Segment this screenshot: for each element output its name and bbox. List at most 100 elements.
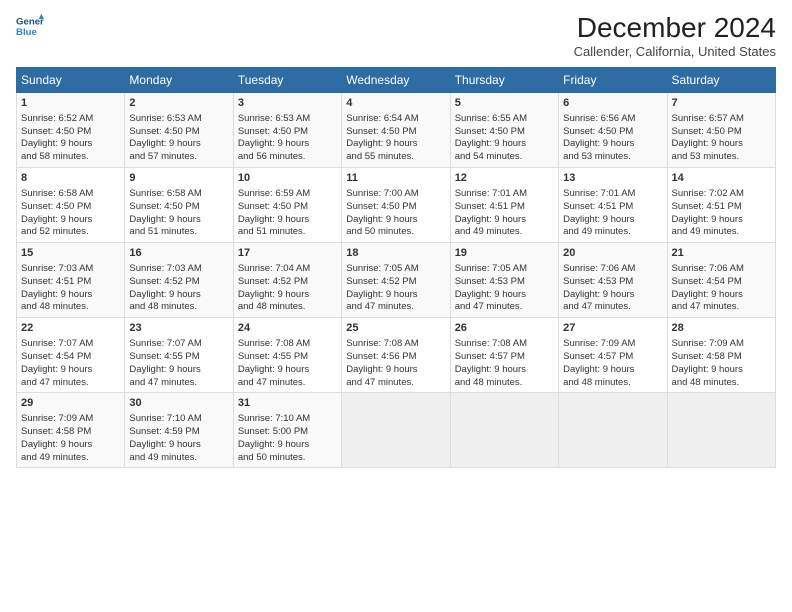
day-info-line: Sunrise: 6:53 AM [238, 113, 337, 126]
calendar-cell: 22Sunrise: 7:07 AMSunset: 4:54 PMDayligh… [17, 318, 125, 393]
day-info-line: Sunset: 4:50 PM [672, 126, 771, 139]
calendar-cell: 2Sunrise: 6:53 AMSunset: 4:50 PMDaylight… [125, 93, 233, 168]
subtitle: Callender, California, United States [574, 44, 776, 59]
day-info-line: and 50 minutes. [238, 452, 337, 465]
day-info-line: Daylight: 9 hours [455, 138, 554, 151]
calendar-cell: 21Sunrise: 7:06 AMSunset: 4:54 PMDayligh… [667, 243, 775, 318]
day-number: 15 [21, 246, 120, 261]
day-info-line: and 48 minutes. [563, 377, 662, 390]
day-info-line: Daylight: 9 hours [129, 364, 228, 377]
day-info-line: Daylight: 9 hours [129, 214, 228, 227]
day-info-line: Daylight: 9 hours [563, 289, 662, 302]
calendar-cell [450, 393, 558, 468]
day-number: 28 [672, 321, 771, 336]
calendar-cell: 26Sunrise: 7:08 AMSunset: 4:57 PMDayligh… [450, 318, 558, 393]
main-title: December 2024 [574, 12, 776, 44]
day-info-line: Daylight: 9 hours [21, 138, 120, 151]
day-number: 17 [238, 246, 337, 261]
day-info-line: Sunrise: 6:56 AM [563, 113, 662, 126]
page-container: General Blue December 2024 Callender, Ca… [0, 0, 792, 476]
day-number: 26 [455, 321, 554, 336]
day-number: 5 [455, 96, 554, 111]
calendar-cell: 13Sunrise: 7:01 AMSunset: 4:51 PMDayligh… [559, 168, 667, 243]
day-info-line: Daylight: 9 hours [21, 439, 120, 452]
day-info-line: Daylight: 9 hours [129, 289, 228, 302]
calendar-cell: 7Sunrise: 6:57 AMSunset: 4:50 PMDaylight… [667, 93, 775, 168]
day-number: 11 [346, 171, 445, 186]
day-info-line: Sunset: 4:52 PM [238, 276, 337, 289]
day-info-line: Daylight: 9 hours [21, 364, 120, 377]
calendar-cell: 8Sunrise: 6:58 AMSunset: 4:50 PMDaylight… [17, 168, 125, 243]
calendar-cell: 18Sunrise: 7:05 AMSunset: 4:52 PMDayligh… [342, 243, 450, 318]
weekday-header-row: SundayMondayTuesdayWednesdayThursdayFrid… [17, 68, 776, 93]
calendar-cell: 15Sunrise: 7:03 AMSunset: 4:51 PMDayligh… [17, 243, 125, 318]
weekday-header: Saturday [667, 68, 775, 93]
day-info-line: Sunset: 4:50 PM [455, 126, 554, 139]
day-info-line: Sunset: 4:50 PM [21, 201, 120, 214]
calendar-week-row: 29Sunrise: 7:09 AMSunset: 4:58 PMDayligh… [17, 393, 776, 468]
day-info-line: Daylight: 9 hours [672, 289, 771, 302]
day-info-line: Sunrise: 7:03 AM [21, 263, 120, 276]
calendar-cell: 30Sunrise: 7:10 AMSunset: 4:59 PMDayligh… [125, 393, 233, 468]
day-number: 9 [129, 171, 228, 186]
day-info-line: Sunrise: 7:01 AM [455, 188, 554, 201]
day-info-line: Sunrise: 6:58 AM [129, 188, 228, 201]
day-info-line: Sunrise: 7:07 AM [21, 338, 120, 351]
day-info-line: Daylight: 9 hours [238, 289, 337, 302]
day-info-line: and 48 minutes. [238, 301, 337, 314]
weekday-header: Tuesday [233, 68, 341, 93]
day-info-line: and 47 minutes. [672, 301, 771, 314]
calendar-cell: 11Sunrise: 7:00 AMSunset: 4:50 PMDayligh… [342, 168, 450, 243]
title-block: December 2024 Callender, California, Uni… [574, 12, 776, 59]
calendar-cell: 31Sunrise: 7:10 AMSunset: 5:00 PMDayligh… [233, 393, 341, 468]
day-info-line: Sunset: 4:58 PM [672, 351, 771, 364]
day-info-line: Daylight: 9 hours [129, 138, 228, 151]
day-info-line: Sunset: 4:56 PM [346, 351, 445, 364]
calendar-cell: 4Sunrise: 6:54 AMSunset: 4:50 PMDaylight… [342, 93, 450, 168]
day-number: 16 [129, 246, 228, 261]
calendar-cell: 20Sunrise: 7:06 AMSunset: 4:53 PMDayligh… [559, 243, 667, 318]
day-info-line: Sunset: 4:50 PM [346, 126, 445, 139]
calendar-cell: 28Sunrise: 7:09 AMSunset: 4:58 PMDayligh… [667, 318, 775, 393]
day-number: 18 [346, 246, 445, 261]
day-info-line: Daylight: 9 hours [455, 364, 554, 377]
weekday-header: Thursday [450, 68, 558, 93]
day-info-line: and 51 minutes. [129, 226, 228, 239]
day-info-line: and 48 minutes. [455, 377, 554, 390]
calendar-cell: 29Sunrise: 7:09 AMSunset: 4:58 PMDayligh… [17, 393, 125, 468]
day-number: 7 [672, 96, 771, 111]
day-info-line: Daylight: 9 hours [238, 138, 337, 151]
calendar-cell: 3Sunrise: 6:53 AMSunset: 4:50 PMDaylight… [233, 93, 341, 168]
day-info-line: and 51 minutes. [238, 226, 337, 239]
calendar-table: SundayMondayTuesdayWednesdayThursdayFrid… [16, 67, 776, 468]
day-info-line: Sunrise: 6:57 AM [672, 113, 771, 126]
day-info-line: Sunset: 4:55 PM [129, 351, 228, 364]
day-info-line: Daylight: 9 hours [455, 214, 554, 227]
day-info-line: and 48 minutes. [672, 377, 771, 390]
day-info-line: Sunset: 4:55 PM [238, 351, 337, 364]
calendar-cell [342, 393, 450, 468]
calendar-cell [667, 393, 775, 468]
day-number: 23 [129, 321, 228, 336]
day-info-line: Sunrise: 7:10 AM [238, 413, 337, 426]
day-info-line: Sunrise: 7:01 AM [563, 188, 662, 201]
day-info-line: Daylight: 9 hours [238, 364, 337, 377]
calendar-week-row: 15Sunrise: 7:03 AMSunset: 4:51 PMDayligh… [17, 243, 776, 318]
day-number: 13 [563, 171, 662, 186]
day-number: 29 [21, 396, 120, 411]
day-info-line: Sunrise: 6:59 AM [238, 188, 337, 201]
day-info-line: Sunset: 4:50 PM [129, 126, 228, 139]
day-number: 4 [346, 96, 445, 111]
calendar-week-row: 1Sunrise: 6:52 AMSunset: 4:50 PMDaylight… [17, 93, 776, 168]
day-info-line: Sunset: 4:53 PM [455, 276, 554, 289]
day-info-line: Sunset: 4:54 PM [672, 276, 771, 289]
day-info-line: and 53 minutes. [563, 151, 662, 164]
calendar-cell: 24Sunrise: 7:08 AMSunset: 4:55 PMDayligh… [233, 318, 341, 393]
day-info-line: Sunset: 4:53 PM [563, 276, 662, 289]
day-info-line: and 50 minutes. [346, 226, 445, 239]
day-info-line: Sunrise: 7:00 AM [346, 188, 445, 201]
day-info-line: and 53 minutes. [672, 151, 771, 164]
day-number: 14 [672, 171, 771, 186]
day-info-line: and 47 minutes. [129, 377, 228, 390]
day-info-line: and 47 minutes. [563, 301, 662, 314]
